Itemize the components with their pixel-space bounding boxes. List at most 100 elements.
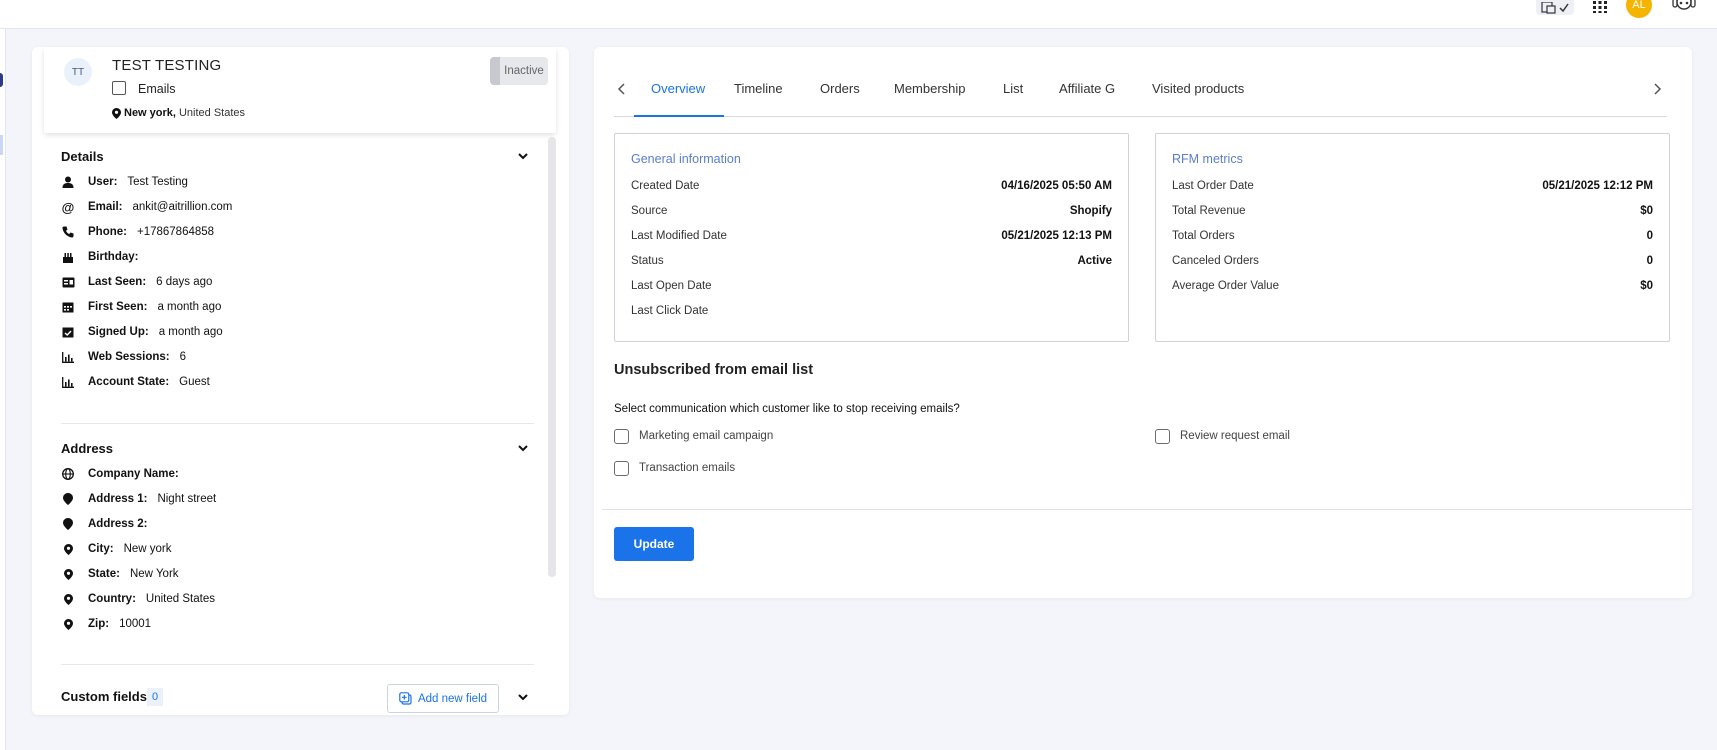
detail-value: 6 days ago — [156, 276, 213, 288]
chevron-down-icon[interactable] — [516, 690, 530, 704]
tab-visited-products[interactable]: Visited products — [1152, 81, 1244, 96]
rfm-label: Total Revenue — [1172, 205, 1246, 217]
customer-profile-panel: TT TEST TESTING Emails New york, United … — [32, 47, 569, 715]
address-row-country: Country: United States — [61, 590, 215, 608]
emails-checkbox[interactable] — [112, 81, 126, 95]
review-request-label[interactable]: Review request email — [1180, 430, 1290, 442]
bar-chart-icon — [61, 350, 75, 364]
rfm-row: Total Orders 0 — [1172, 230, 1653, 246]
map-pin-icon — [61, 567, 75, 581]
id-card-icon — [61, 275, 75, 289]
info-label: Last Open Date — [631, 280, 712, 292]
address-label: City: — [88, 543, 114, 555]
transaction-emails-label[interactable]: Transaction emails — [639, 462, 735, 474]
rfm-value: 05/21/2025 12:12 PM — [1542, 180, 1653, 192]
address-label: Zip: — [88, 618, 110, 630]
detail-row-first-seen: First Seen: a month ago — [61, 298, 221, 316]
address-row-company: Company Name: — [61, 465, 189, 483]
chevron-down-icon[interactable] — [516, 441, 530, 455]
detail-row-email: @ Email: ankit@aitrillion.com — [61, 198, 233, 216]
scrollbar[interactable] — [548, 137, 556, 577]
tab-timeline[interactable]: Timeline — [734, 81, 783, 96]
address-row-address2: Address 2: — [61, 515, 157, 533]
detail-row-last-seen: Last Seen: 6 days ago — [61, 273, 212, 291]
divider — [61, 423, 534, 424]
status-badge[interactable]: Inactive — [490, 57, 548, 85]
customer-name: TEST TESTING — [112, 57, 222, 74]
rfm-row: Last Order Date 05/21/2025 12:12 PM — [1172, 180, 1653, 196]
marketing-email-checkbox[interactable] — [614, 429, 629, 444]
info-value: Active — [1077, 255, 1112, 267]
add-square-icon — [399, 692, 412, 705]
address-row-zip: Zip: 10001 — [61, 615, 151, 633]
nav-indicator[interactable] — [0, 73, 3, 87]
top-bar: AL — [0, 0, 1717, 29]
tab-orders[interactable]: Orders — [820, 81, 860, 96]
tab-affiliate[interactable]: Affiliate G — [1059, 81, 1115, 96]
rfm-label: Average Order Value — [1172, 280, 1279, 292]
left-nav-edge — [0, 29, 6, 750]
marketing-email-label[interactable]: Marketing email campaign — [639, 430, 773, 442]
tab-membership[interactable]: Membership — [894, 81, 966, 96]
detail-label: Web Sessions: — [88, 351, 170, 363]
chevron-down-icon[interactable] — [516, 149, 530, 163]
detail-row-user: User: Test Testing — [61, 173, 188, 191]
map-pin-icon — [61, 592, 75, 606]
detail-value: 6 — [179, 351, 186, 363]
tab-list[interactable]: List — [1003, 81, 1023, 96]
user-avatar[interactable]: AL — [1626, 0, 1652, 18]
custom-fields-title: Custom fields — [61, 689, 147, 704]
add-new-field-button[interactable]: Add new field — [387, 684, 499, 713]
info-label: Last Click Date — [631, 305, 709, 317]
detail-label: User: — [88, 176, 118, 188]
calendar-check-icon — [61, 325, 75, 339]
chevron-left-icon[interactable] — [614, 80, 630, 98]
address-label: Address 1: — [88, 493, 148, 505]
info-label: Last Modified Date — [631, 230, 727, 242]
rfm-row: Total Revenue $0 — [1172, 205, 1653, 221]
robot-icon[interactable] — [1670, 0, 1698, 16]
address-title: Address — [61, 441, 114, 456]
location-country: United States — [178, 107, 246, 119]
grid-icon[interactable] — [1589, 0, 1611, 14]
location: New york, United States — [112, 107, 245, 119]
detail-label: Account State: — [88, 376, 170, 388]
map-marker-icon — [61, 492, 75, 506]
detail-label: First Seen: — [88, 301, 148, 313]
rfm-value: 0 — [1646, 255, 1653, 267]
profile-card: TT TEST TESTING Emails New york, United … — [44, 47, 556, 133]
general-information-card: General information Created Date 04/16/20… — [614, 133, 1129, 342]
map-marker-icon — [61, 517, 75, 531]
chevron-right-icon[interactable] — [1649, 80, 1665, 98]
detail-row-signed-up: Signed Up: a month ago — [61, 323, 223, 341]
transaction-emails-checkbox[interactable] — [614, 461, 629, 476]
info-label: Source — [631, 205, 668, 217]
globe-icon — [61, 467, 75, 481]
detail-value: +17867864858 — [136, 226, 215, 238]
detail-row-account-state: Account State: Guest — [61, 373, 210, 391]
address-value: United States — [145, 593, 215, 605]
translate-icon[interactable] — [1536, 0, 1574, 15]
review-request-checkbox[interactable] — [1155, 429, 1170, 444]
tab-overview[interactable]: Overview — [651, 81, 705, 96]
at-icon: @ — [61, 199, 75, 215]
divider — [602, 509, 1692, 510]
unsubscribe-title: Unsubscribed from email list — [614, 362, 814, 378]
calendar-icon — [61, 300, 75, 314]
detail-label: Last Seen: — [88, 276, 147, 288]
rfm-metrics-card: RFM metrics Last Order Date 05/21/2025 12… — [1155, 133, 1670, 342]
info-row: Source Shopify — [631, 205, 1112, 221]
update-button[interactable]: Update — [614, 527, 694, 561]
detail-label: Birthday: — [88, 251, 139, 263]
address-label: State: — [88, 568, 120, 580]
cake-icon — [61, 250, 75, 264]
custom-fields-count: 0 — [147, 688, 163, 706]
address-value: New York — [129, 568, 179, 580]
address-row-state: State: New York — [61, 565, 179, 583]
details-title: Details — [61, 149, 104, 164]
detail-value[interactable]: ankit@aitrillion.com — [133, 201, 233, 213]
detail-row-web-sessions: Web Sessions: 6 — [61, 348, 186, 366]
emails-label: Emails — [138, 82, 176, 96]
address-row-city: City: New york — [61, 540, 172, 558]
rfm-value: $0 — [1640, 280, 1653, 292]
